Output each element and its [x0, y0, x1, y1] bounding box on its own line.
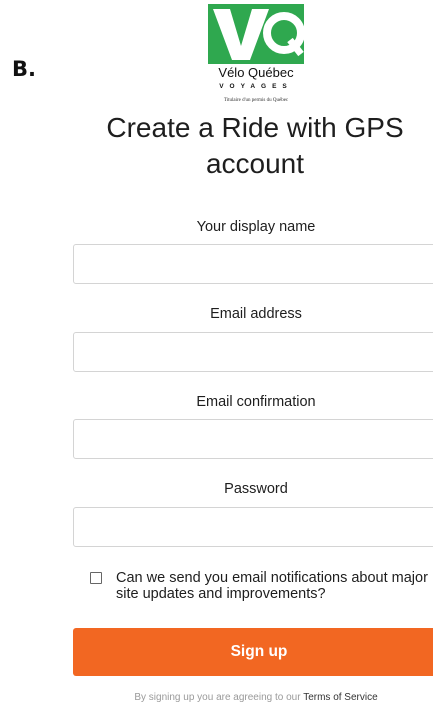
- email-confirmation-input[interactable]: [73, 419, 433, 459]
- notifications-checkbox-row[interactable]: Can we send you email notifications abou…: [90, 570, 433, 606]
- display-name-label: Your display name: [196, 219, 316, 235]
- terms-prefix: By signing up you are agreeing to our: [134, 692, 301, 703]
- password-input[interactable]: [73, 507, 433, 547]
- password-label: Password: [224, 481, 288, 497]
- sign-up-button[interactable]: Sign up: [73, 628, 433, 676]
- terms-notice: By signing up you are agreeing to our Te…: [73, 692, 433, 703]
- display-name-input[interactable]: [73, 244, 433, 284]
- logo-mark: [208, 4, 304, 64]
- terms-of-service-link[interactable]: Terms of Service: [303, 692, 377, 703]
- email-label: Email address: [210, 306, 302, 322]
- notifications-checkbox[interactable]: [90, 572, 102, 584]
- step-letter: B.: [12, 57, 36, 81]
- logo-brand: Vélo Québec: [218, 65, 294, 80]
- logo-subtitle: VOYAGES: [219, 83, 293, 90]
- vq-logo-icon: [213, 9, 304, 60]
- notifications-label: Can we send you email notifications abou…: [116, 570, 428, 602]
- velo-quebec-logo: Vélo Québec VOYAGES Titulaire d'un permi…: [206, 4, 306, 108]
- logo-tagline: Titulaire d'un permis du Québec: [223, 98, 289, 103]
- page-title: Create a Ride with GPS account: [106, 112, 404, 179]
- email-confirmation-label: Email confirmation: [196, 394, 316, 410]
- email-input[interactable]: [73, 332, 433, 372]
